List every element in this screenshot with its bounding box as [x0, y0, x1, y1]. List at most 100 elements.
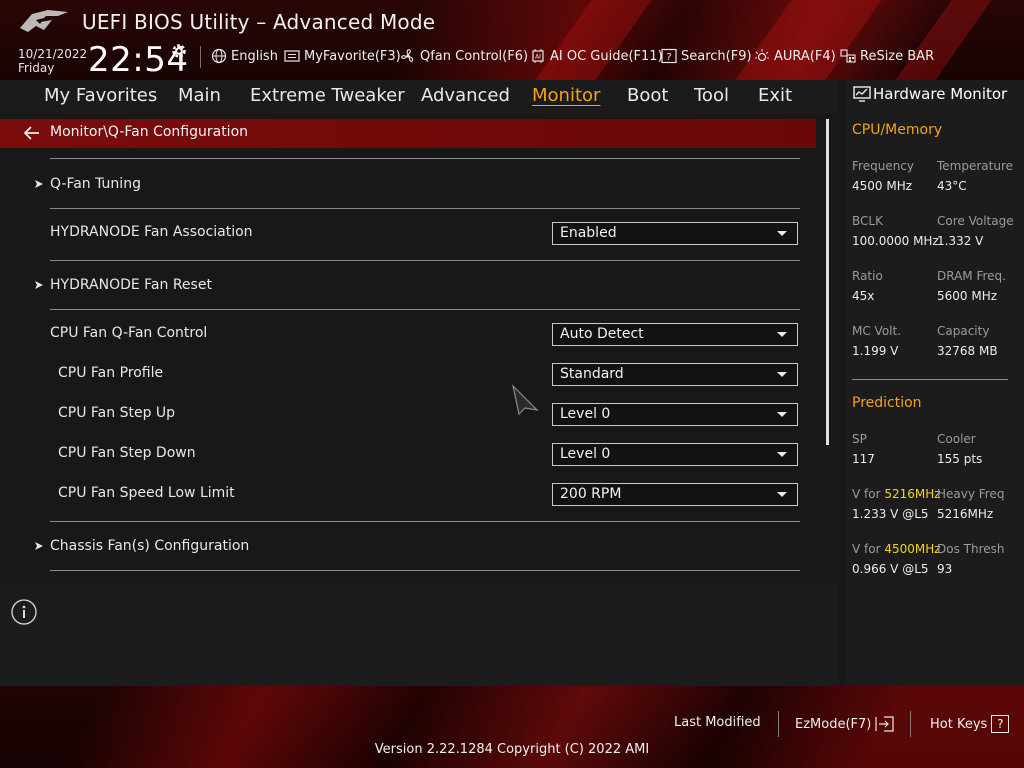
sp-label: SP: [852, 432, 867, 446]
globe-icon: [211, 48, 227, 64]
footer-separator: [910, 711, 911, 737]
dos-thresh-label: Dos Thresh: [937, 542, 1005, 556]
cooler-label: Cooler: [937, 432, 976, 446]
myfavorite-button[interactable]: MyFavorite(F3): [284, 46, 401, 66]
tab-exit[interactable]: Exit: [758, 85, 792, 106]
cpu-fan-profile-select[interactable]: Standard: [552, 363, 798, 386]
hot-keys-button[interactable]: Hot Keys ?: [930, 715, 1010, 733]
settings-panel: Monitor\Q-Fan Configuration Q-Fan Tuning…: [0, 114, 838, 578]
cpu-fan-qfan-control-label: CPU Fan Q-Fan Control: [50, 325, 208, 341]
select-value: 200 RPM: [560, 486, 622, 502]
back-arrow-icon[interactable]: [24, 126, 40, 140]
submenu-arrow-icon: [35, 542, 43, 550]
bottom-footer: Last Modified EzMode(F7) Hot Keys ? Vers…: [0, 686, 1024, 768]
tab-my-favorites[interactable]: My Favorites: [44, 85, 157, 106]
rog-logo-icon: [20, 10, 68, 32]
header-decoration: [521, 0, 659, 80]
language-button[interactable]: English: [211, 46, 278, 66]
svg-text:AI: AI: [535, 54, 541, 61]
main-menu-tabs: My Favorites Main Extreme Tweaker Advanc…: [0, 80, 838, 114]
tab-advanced[interactable]: Advanced: [421, 85, 510, 106]
dram-freq-label: DRAM Freq.: [937, 269, 1006, 283]
day-display: Friday: [18, 61, 55, 75]
chevron-down-icon: [777, 231, 787, 236]
current-freq-highlight: 4500MHz: [884, 542, 941, 556]
mc-volt-value: 1.199 V: [852, 344, 899, 358]
last-modified-button[interactable]: Last Modified: [674, 715, 761, 730]
fan-icon: [401, 49, 414, 63]
mc-volt-label: MC Volt.: [852, 324, 902, 338]
ezmode-label: EzMode(F7): [795, 716, 872, 732]
help-description-panel: [0, 584, 838, 686]
frequency-label: Frequency: [852, 159, 914, 173]
cpu-fan-qfan-control-select[interactable]: Auto Detect: [552, 323, 798, 346]
ratio-value: 45x: [852, 289, 875, 303]
cpu-fan-speed-low-limit-select[interactable]: 200 RPM: [552, 483, 798, 506]
v-for-prefix: V for: [852, 542, 885, 556]
footer-separator: [778, 711, 779, 737]
temperature-value: 43°C: [937, 179, 967, 193]
help-key-icon: ?: [991, 715, 1010, 733]
hydranode-fan-association-select[interactable]: Enabled: [552, 222, 798, 245]
date-display: 10/21/2022: [18, 47, 88, 61]
dram-freq-value: 5600 MHz: [937, 289, 998, 303]
monitor-icon: [853, 86, 871, 102]
divider: [50, 309, 800, 310]
tab-main[interactable]: Main: [178, 85, 221, 106]
aura-button[interactable]: AURA(F4): [754, 46, 836, 66]
favorite-list-icon: [284, 50, 300, 62]
capacity-label: Capacity: [937, 324, 990, 338]
ezmode-button[interactable]: EzMode(F7): [795, 715, 895, 733]
header-decoration: [881, 0, 999, 80]
select-value: Auto Detect: [560, 326, 644, 342]
ratio-label: Ratio: [852, 269, 883, 283]
cpu-memory-heading: CPU/Memory: [852, 122, 943, 138]
tab-boot[interactable]: Boot: [627, 85, 668, 106]
cpu-fan-speed-low-limit-label: CPU Fan Speed Low Limit: [58, 485, 235, 501]
bclk-label: BCLK: [852, 214, 883, 228]
divider: [50, 260, 800, 261]
v-for-current-freq-label: V for 4500MHz: [852, 542, 941, 556]
hydranode-fan-reset-item[interactable]: HYDRANODE Fan Reset: [50, 277, 212, 293]
qfan-tuning-item[interactable]: Q-Fan Tuning: [50, 176, 141, 192]
scrollbar[interactable]: [826, 119, 829, 445]
tab-tool[interactable]: Tool: [694, 85, 729, 106]
qfan-control-button[interactable]: Qfan Control(F6): [400, 46, 528, 66]
tab-extreme-tweaker[interactable]: Extreme Tweaker: [250, 85, 405, 106]
core-voltage-label: Core Voltage: [937, 214, 1014, 228]
heavy-freq-value: 5216MHz: [937, 507, 994, 521]
ai-oc-guide-button[interactable]: AI AI OC Guide(F11): [530, 46, 663, 66]
heavy-freq-highlight: 5216MHz: [884, 487, 941, 501]
chassis-fans-configuration-item[interactable]: Chassis Fan(s) Configuration: [50, 538, 249, 554]
breadcrumb: Monitor\Q-Fan Configuration: [50, 124, 249, 140]
cpu-fan-step-down-select[interactable]: Level 0: [552, 443, 798, 466]
chevron-down-icon: [777, 492, 787, 497]
resize-bar-label: ReSize BAR: [860, 48, 935, 64]
qfan-control-label: Qfan Control(F6): [420, 48, 529, 64]
chevron-down-icon: [777, 452, 787, 457]
cpu-fan-step-down-label: CPU Fan Step Down: [58, 445, 196, 461]
aura-label: AURA(F4): [774, 48, 836, 64]
myfavorite-label: MyFavorite(F3): [304, 48, 401, 64]
heavy-freq-label: Heavy Freq: [937, 487, 1005, 501]
divider: [50, 521, 800, 522]
chevron-down-icon: [777, 412, 787, 417]
core-voltage-value: 1.332 V: [937, 234, 984, 248]
frequency-value: 4500 MHz: [852, 179, 913, 193]
v-for-current-freq-value: 0.966 V @L5: [852, 562, 929, 576]
aura-light-icon: [755, 49, 769, 62]
search-button[interactable]: ? Search(F9): [661, 46, 752, 66]
cpu-fan-step-up-select[interactable]: Level 0: [552, 403, 798, 426]
v-for-heavy-freq-value: 1.233 V @L5: [852, 507, 929, 521]
dos-thresh-value: 93: [937, 562, 953, 576]
header-decoration: [721, 0, 889, 80]
resize-bar-button[interactable]: ReSize BAR: [840, 46, 934, 66]
search-help-icon: ?: [661, 48, 677, 64]
gear-icon[interactable]: [170, 42, 188, 60]
info-icon: [11, 599, 37, 625]
tab-monitor[interactable]: Monitor: [532, 85, 600, 106]
hardware-monitor-panel: Hardware Monitor CPU/Memory Frequency Te…: [845, 80, 1024, 686]
cpu-fan-step-up-label: CPU Fan Step Up: [58, 405, 176, 421]
bclk-value: 100.0000 MHz: [852, 234, 939, 248]
submenu-arrow-icon: [35, 281, 43, 289]
